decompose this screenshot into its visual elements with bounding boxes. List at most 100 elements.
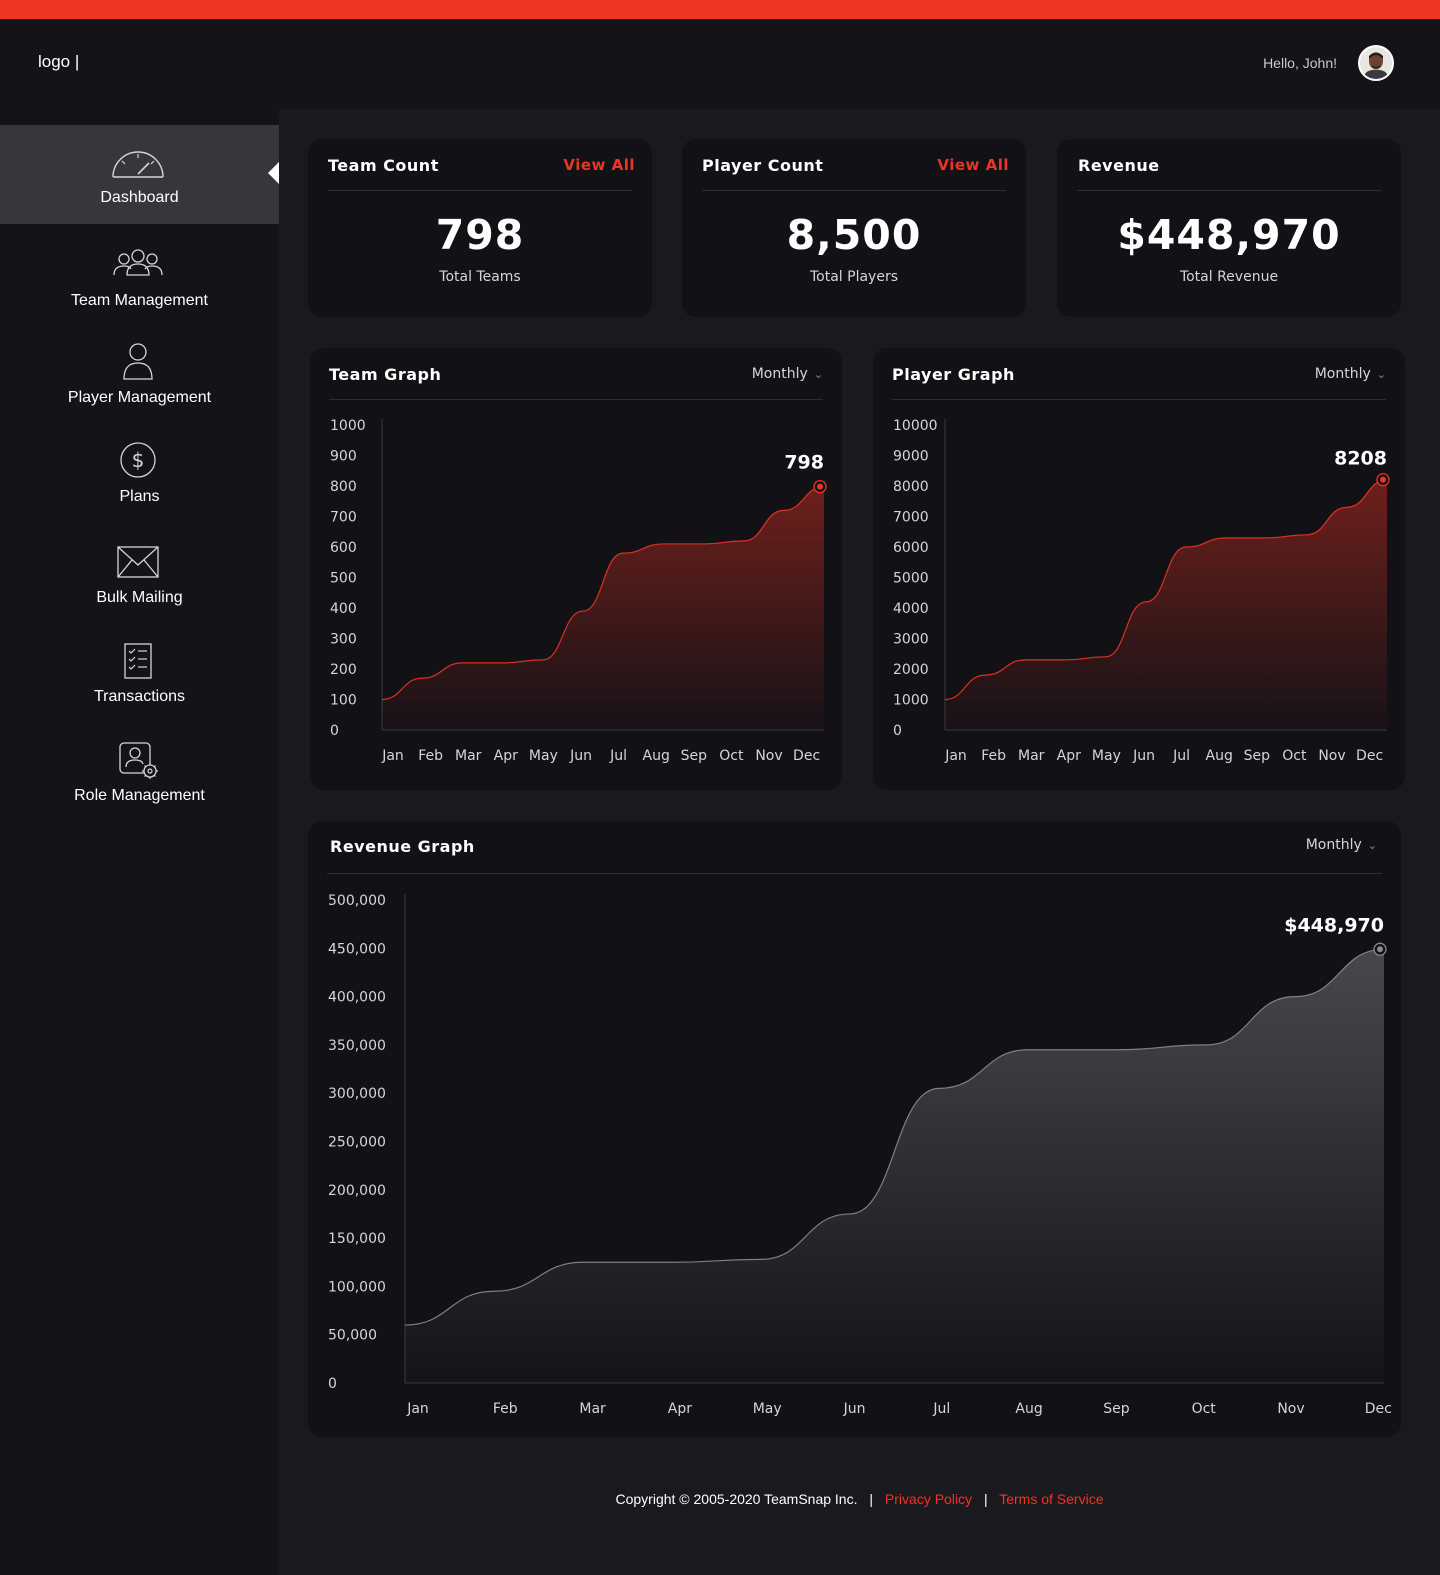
y-tick-label: 800 [330,479,357,495]
user-settings-icon [119,742,158,779]
x-tick-label: Sep [1244,748,1271,764]
player-chart: 1000090008000700060005000400030002000100… [893,418,1390,764]
x-tick-label: Apr [494,748,518,764]
sidebar-item-player-management[interactable]: Player Management [0,325,279,424]
y-tick-label: 200,000 [328,1183,386,1199]
sidebar-item-dashboard[interactable]: Dashboard [0,125,279,224]
x-tick-label: Nov [1277,1401,1304,1417]
x-tick-label: Dec [793,748,820,764]
sidebar-item-plans[interactable]: $ Plans [0,424,279,523]
y-tick-label: 150,000 [328,1231,386,1247]
y-tick-label: 1000 [893,693,929,709]
revenue-card: Revenue $448,970 Total Revenue [1057,139,1401,317]
sidebar-item-label: Plans [119,488,160,505]
x-tick-label: Aug [1206,748,1233,764]
x-tick-label: Mar [579,1401,606,1417]
privacy-policy-link[interactable]: Privacy Policy [885,1491,972,1507]
sidebar-item-label: Transactions [94,688,185,705]
x-tick-label: Feb [493,1401,518,1417]
x-tick-label: Jul [932,1401,950,1417]
card-title: Team Count [328,156,439,175]
x-tick-label: Oct [1282,748,1307,764]
card-title: Revenue [1078,156,1160,175]
x-tick-label: Mar [455,748,482,764]
stat-caption: Total Players [809,269,898,285]
x-tick-label: Jan [406,1401,429,1417]
logo[interactable]: logo | [38,52,79,72]
y-tick-label: 500 [330,571,357,587]
card-title: Player Count [702,156,824,175]
x-tick-label: Sep [681,748,708,764]
sidebar-item-label: Team Management [71,292,208,309]
y-tick-label: 350,000 [328,1038,386,1054]
user-icon [123,343,153,380]
y-tick-label: 10000 [893,418,938,434]
x-tick-label: Apr [1057,748,1081,764]
y-tick-label: 100,000 [328,1279,386,1295]
footer-separator: | [869,1491,874,1507]
active-indicator [268,162,279,184]
stat-value: $448,970 [1117,211,1341,259]
terms-of-service-link[interactable]: Terms of Service [999,1491,1103,1507]
divider [702,190,1006,191]
x-tick-label: Jan [381,748,404,764]
y-tick-label: 900 [330,449,357,465]
sidebar-item-label: Bulk Mailing [96,589,183,606]
y-tick-label: 250,000 [328,1135,386,1151]
checklist-icon [124,643,152,679]
x-tick-label: Jun [1132,748,1155,764]
y-tick-label: 600 [330,540,357,556]
x-tick-label: Nov [755,748,782,764]
stat-caption: Total Teams [439,269,521,285]
end-point-dot [1377,946,1383,953]
x-tick-label: Aug [1015,1401,1042,1417]
y-tick-label: 2000 [893,662,929,678]
x-tick-label: Dec [1365,1401,1392,1417]
series-area [945,479,1387,730]
stat-value: 798 [435,211,525,259]
y-tick-label: 8000 [893,479,929,495]
x-tick-label: Jul [1172,748,1190,764]
speedometer-icon [112,151,164,178]
divider [1077,190,1381,191]
stat-caption: Total Revenue [1179,269,1279,285]
avatar-icon [1360,47,1392,79]
divider [328,190,632,191]
y-tick-label: 450,000 [328,941,386,957]
top-accent-bar [0,0,1440,19]
end-value-label: $448,970 [1284,914,1384,936]
y-tick-label: 50,000 [328,1328,377,1344]
end-value-label: 8208 [1334,448,1387,470]
team-count-card: Team Count View All 798 Total Teams [308,139,652,317]
y-tick-label: 400,000 [328,990,386,1006]
x-tick-label: Aug [643,748,670,764]
player-view-all-link[interactable]: View All [937,156,1009,174]
sidebar-item-role-management[interactable]: Role Management [0,723,279,822]
x-tick-label: Oct [1192,1401,1217,1417]
sidebar-item-label: Role Management [74,787,205,804]
y-tick-label: 100 [330,693,357,709]
sidebar-item-label: Dashboard [100,189,179,206]
team-view-all-link[interactable]: View All [563,156,635,174]
stat-value: 8,500 [786,211,922,259]
y-tick-label: 3000 [893,632,929,648]
series-area [382,486,824,730]
y-tick-label: 4000 [893,601,929,617]
y-tick-label: 0 [328,1376,337,1392]
sidebar-item-transactions[interactable]: Transactions [0,624,279,723]
x-tick-label: Sep [1103,1401,1130,1417]
sidebar-item-team-management[interactable]: Team Management [0,228,279,327]
y-tick-label: 700 [330,510,357,526]
y-tick-label: 6000 [893,540,929,556]
sidebar-item-bulk-mailing[interactable]: Bulk Mailing [0,525,279,624]
footer-separator: | [983,1491,988,1507]
envelope-icon [117,546,159,578]
series-area [405,949,1384,1383]
x-tick-label: Jun [843,1401,866,1417]
x-tick-label: May [753,1401,782,1417]
end-value-label: 798 [784,452,824,474]
end-point-dot [1380,476,1386,483]
avatar[interactable] [1358,45,1394,81]
y-tick-label: 500,000 [328,893,386,909]
y-tick-label: 5000 [893,571,929,587]
